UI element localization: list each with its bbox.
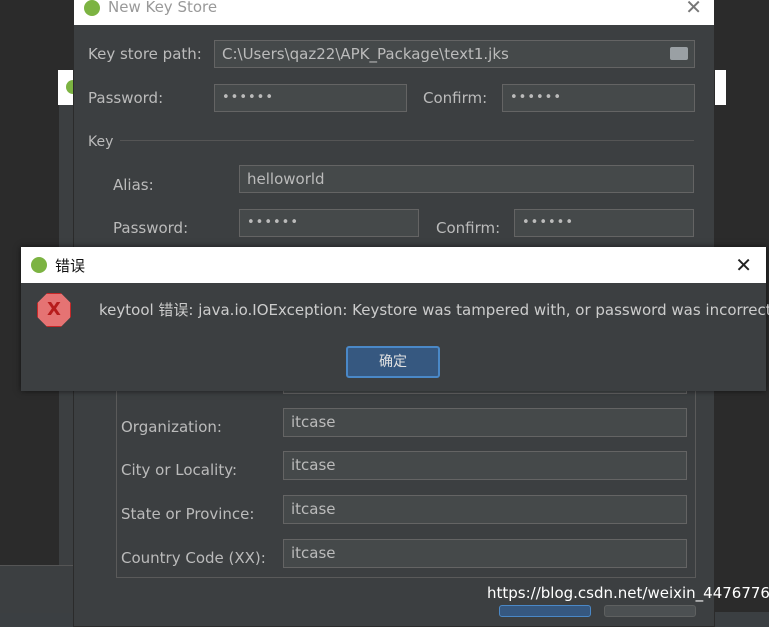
alias-input[interactable]: helloworld [239, 165, 694, 193]
city-input[interactable]: itcase [283, 451, 687, 480]
country-input[interactable]: itcase [283, 539, 687, 568]
android-studio-icon [31, 257, 47, 273]
android-studio-icon [84, 0, 100, 16]
error-title: 错误 [55, 257, 86, 275]
organization-input[interactable]: itcase [283, 408, 687, 437]
cancel-button[interactable] [604, 605, 696, 617]
confirm-field[interactable]: •••••• [502, 84, 695, 112]
error-dialog: 错误 ✕ X keytool 错误: java.io.IOException: … [21, 247, 769, 391]
password-label: Password: [88, 89, 164, 107]
keystore-path-input[interactable]: C:\Users\qaz22\APK_Package\text1.jks [214, 40, 695, 68]
confirm-label: Confirm: [423, 89, 488, 107]
key-confirm-field[interactable]: •••••• [514, 209, 694, 237]
ok-button[interactable] [499, 605, 591, 617]
alias-label: Alias: [113, 176, 154, 194]
key-section-label: Key [88, 134, 114, 150]
key-confirm-label: Confirm: [436, 219, 501, 237]
background-status-area [0, 565, 74, 613]
key-section-divider [120, 140, 694, 141]
password-field[interactable]: •••••• [214, 84, 407, 112]
dialog-titlebar: New Key Store ✕ [74, 0, 714, 25]
country-label: Country Code (XX): [121, 549, 266, 567]
city-label: City or Locality: [121, 461, 238, 479]
close-icon[interactable]: ✕ [735, 253, 752, 277]
key-password-label: Password: [113, 219, 189, 237]
state-input[interactable]: itcase [283, 495, 687, 524]
close-icon[interactable]: ✕ [685, 0, 702, 19]
organization-label: Organization: [121, 418, 222, 436]
keystore-path-label: Key store path: [88, 45, 202, 63]
error-icon: X [37, 293, 71, 327]
state-label: State or Province: [121, 505, 255, 523]
error-message: keytool 错误: java.io.IOException: Keystor… [99, 301, 769, 319]
dialog-title: New Key Store [108, 0, 218, 16]
error-titlebar: 错误 ✕ [21, 247, 766, 283]
error-ok-button[interactable]: 确定 [346, 346, 440, 378]
key-password-field[interactable]: •••••• [239, 209, 419, 237]
keystore-path-value: C:\Users\qaz22\APK_Package\text1.jks [222, 45, 509, 63]
watermark: https://blog.csdn.net/weixin_44767769 [487, 584, 769, 602]
folder-icon[interactable] [670, 47, 688, 60]
